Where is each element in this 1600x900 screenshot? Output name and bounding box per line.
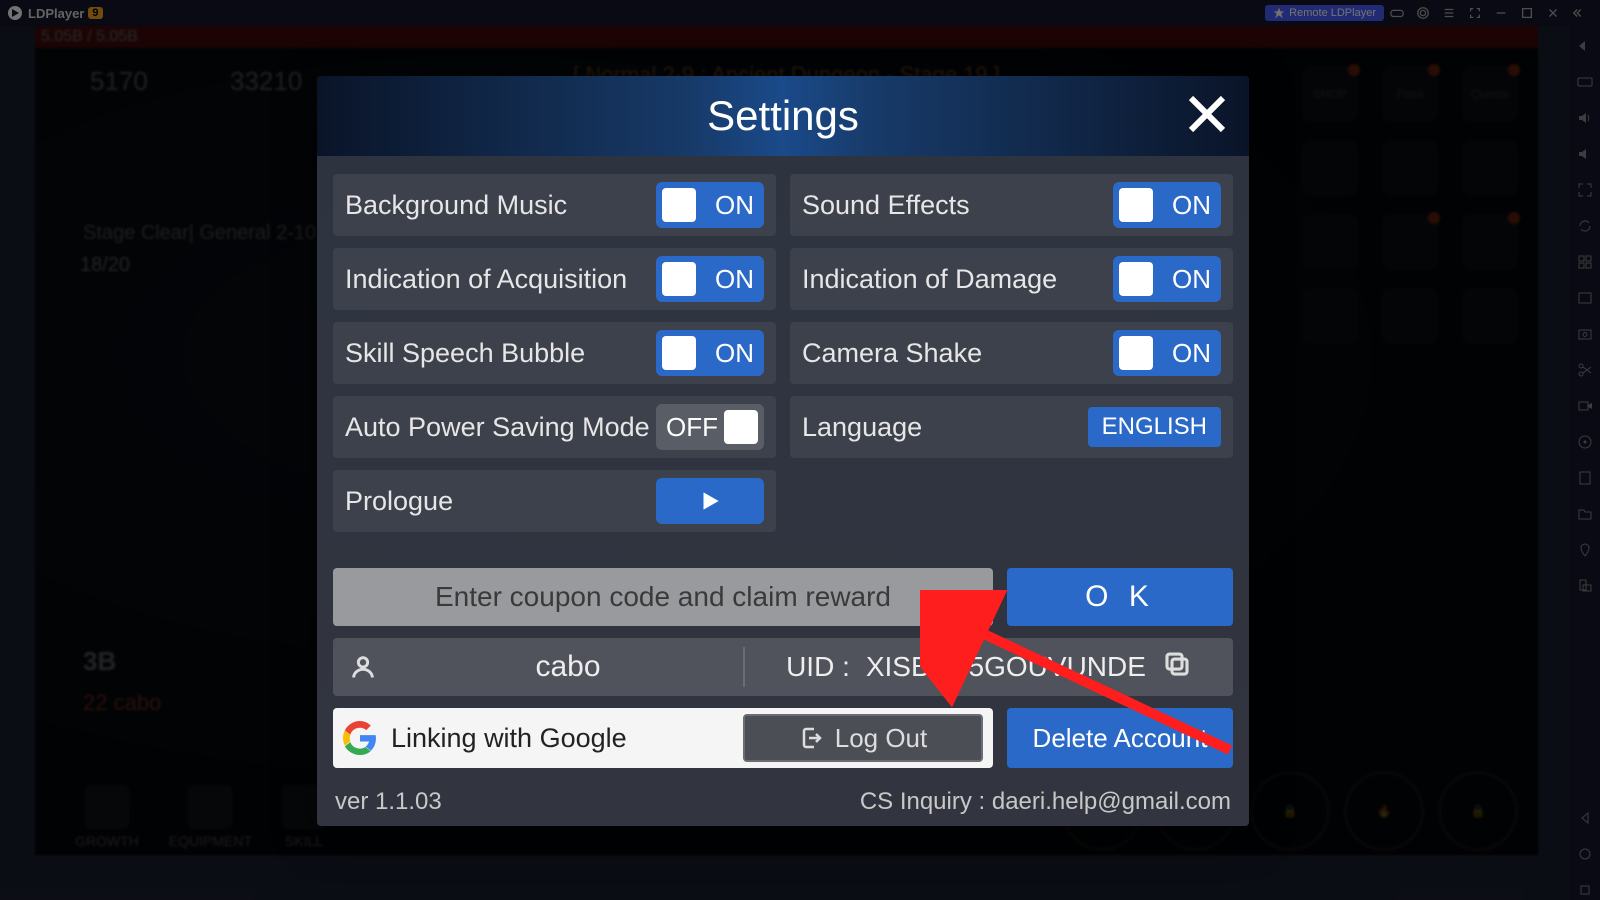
modal-title: Settings	[707, 92, 859, 140]
setting-camera-shake: Camera Shake ON	[790, 322, 1233, 384]
google-link-label: Linking with Google	[391, 723, 729, 754]
copy-uid-button[interactable]	[1162, 649, 1192, 686]
toggle-background-music[interactable]: ON	[656, 182, 764, 228]
toggle-power-save[interactable]: OFF	[656, 404, 764, 450]
toggle-acquisition[interactable]: ON	[656, 256, 764, 302]
setting-label: Indication of Acquisition	[345, 264, 627, 295]
setting-power-save: Auto Power Saving Mode OFF	[333, 396, 776, 458]
setting-prologue: Prologue	[333, 470, 776, 532]
google-logo-icon	[343, 721, 377, 755]
language-selector[interactable]: ENGLISH	[1088, 407, 1221, 447]
setting-label: Background Music	[345, 190, 567, 221]
toggle-sound-effects[interactable]: ON	[1113, 182, 1221, 228]
toggle-skill-bubble[interactable]: ON	[656, 330, 764, 376]
logout-label: Log Out	[835, 723, 928, 754]
modal-header: Settings	[317, 76, 1249, 156]
setting-label: Skill Speech Bubble	[345, 338, 585, 369]
setting-label: Auto Power Saving Mode	[345, 412, 650, 443]
setting-skill-bubble: Skill Speech Bubble ON	[333, 322, 776, 384]
setting-acquisition: Indication of Acquisition ON	[333, 248, 776, 310]
setting-label: Prologue	[345, 486, 453, 517]
google-link-panel: Linking with Google Log Out	[333, 708, 993, 768]
toggle-damage[interactable]: ON	[1113, 256, 1221, 302]
cs-inquiry-text: CS Inquiry : daeri.help@gmail.com	[860, 788, 1231, 816]
setting-label: Sound Effects	[802, 190, 970, 221]
delete-account-button[interactable]: Delete Account	[1007, 708, 1233, 768]
coupon-code-input[interactable]	[333, 568, 993, 626]
version-text: ver 1.1.03	[335, 788, 442, 816]
setting-damage: Indication of Damage ON	[790, 248, 1233, 310]
coupon-ok-button[interactable]: O K	[1007, 568, 1233, 626]
uid-value: XISBKN5GOUVUNDE	[866, 651, 1146, 683]
setting-background-music: Background Music ON	[333, 174, 776, 236]
toggle-camera-shake[interactable]: ON	[1113, 330, 1221, 376]
setting-language: Language ENGLISH	[790, 396, 1233, 458]
setting-label: Language	[802, 412, 922, 443]
uid-label: UID :	[786, 651, 850, 683]
settings-modal: Settings Background Music ON Sound Effec…	[317, 76, 1249, 826]
prologue-play-button[interactable]	[656, 478, 764, 524]
user-icon	[333, 653, 393, 681]
setting-sound-effects: Sound Effects ON	[790, 174, 1233, 236]
setting-label: Camera Shake	[802, 338, 982, 369]
user-info-row: cabo UID : XISBKN5GOUVUNDE	[333, 638, 1233, 696]
logout-button[interactable]: Log Out	[743, 714, 983, 762]
close-button[interactable]	[1179, 86, 1235, 142]
setting-label: Indication of Damage	[802, 264, 1057, 295]
user-name: cabo	[393, 647, 745, 687]
